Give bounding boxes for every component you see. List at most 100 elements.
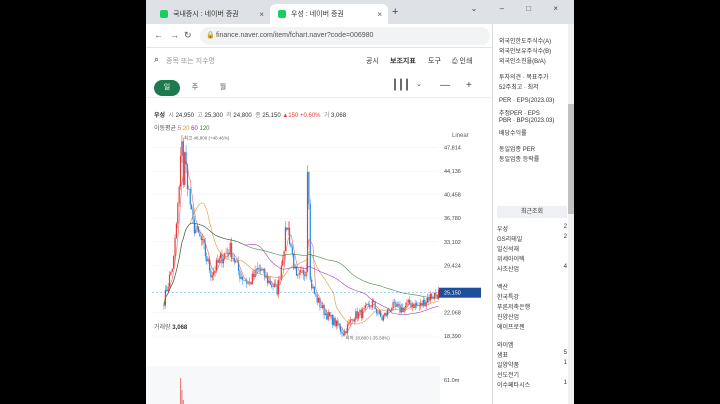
volume-title-value: 3,068 <box>172 325 188 331</box>
recent-item[interactable]: 선도전기 <box>497 370 567 379</box>
candle-body <box>338 325 340 327</box>
header-link-indicators[interactable]: 보조지표 <box>390 56 416 66</box>
low-label: 저 <box>226 113 232 119</box>
back-icon[interactable]: ← <box>154 30 163 40</box>
candles <box>163 134 440 338</box>
recent-item[interactable]: 샘표 5 <box>497 350 567 359</box>
search-input[interactable]: 종목 또는 지수명 <box>166 56 215 66</box>
candle-body <box>435 292 437 295</box>
candle-body <box>282 259 284 266</box>
info-line: 외국인소진율(B/A) <box>499 59 546 65</box>
recent-item[interactable]: 와이엠 <box>497 340 567 349</box>
change-percent: +0.60% <box>299 113 321 119</box>
new-tab-button[interactable]: + <box>392 6 398 18</box>
tab-market[interactable]: 국내증시 : 네이버 증권 × <box>152 4 270 24</box>
candle-body <box>232 258 234 259</box>
candle-body <box>382 315 385 321</box>
candlestick-icon[interactable]: ┃┃┃ <box>392 80 410 91</box>
candle-body <box>291 247 293 254</box>
candle-body <box>251 273 253 285</box>
recent-item[interactable]: 한국특강 <box>497 292 567 301</box>
recent-item-name: 진양산업 <box>497 315 520 321</box>
url-field[interactable]: 🔒 finance.naver.com/item/fchart.naver?co… <box>200 27 490 45</box>
zoom-out-button[interactable]: — <box>440 80 450 91</box>
recent-item[interactable]: 푸른저축은행 <box>497 302 567 311</box>
recent-item[interactable]: 백산 <box>497 282 567 291</box>
y-axis-labels: 47,814 44,136 40,458 36,780 33,102 29,424 22,0… <box>444 146 461 340</box>
candle-body <box>174 237 176 256</box>
recent-item[interactable]: 위세아이텍 <box>497 254 567 263</box>
right-panel: 외국인한도주식수(A) 외국인보유주식수(B) 외국인소진율(B/A) 투자의견 · … <box>492 24 574 404</box>
candle-body <box>301 270 303 271</box>
candle-body <box>359 310 361 313</box>
volume-bar <box>182 400 184 404</box>
candle-body <box>193 219 195 234</box>
recent-views-title[interactable]: 최근조회 <box>497 206 567 218</box>
recent-item[interactable]: 에이프로젠 <box>497 322 567 331</box>
close-icon[interactable]: × <box>377 10 382 19</box>
recent-item-count: 2 <box>563 234 567 240</box>
scrollbar[interactable] <box>568 24 574 404</box>
recent-item[interactable]: GS리테일 2 <box>497 234 567 243</box>
candle-body <box>246 281 248 284</box>
scrollbar-thumb[interactable] <box>568 104 574 214</box>
header-link-disclosure[interactable]: 공시 <box>366 56 379 66</box>
volume-bars: 61.0m <box>146 366 460 404</box>
candle-body <box>316 295 318 303</box>
volume-title-label: 거래량 <box>154 325 171 331</box>
candle-body <box>166 289 168 292</box>
ma-line-60 <box>163 222 439 315</box>
candle-body <box>407 299 409 303</box>
candle-body <box>202 239 204 241</box>
window-controls[interactable]: ⌄ – □ × <box>471 4 568 13</box>
recent-item-name: 에이프로젠 <box>497 325 525 331</box>
recent-item-count: 1 <box>563 380 567 386</box>
info-line: 추정PER · EPS <box>499 111 540 117</box>
max-price-annotation: 최고 48,800 (+48.46%) <box>184 134 230 141</box>
candle-body <box>213 271 215 276</box>
info-line: PER · EPS(2023.03) <box>499 98 555 104</box>
period-week-button[interactable]: 주 <box>182 80 208 96</box>
candle-body <box>410 303 412 307</box>
candle-body <box>257 267 259 271</box>
y-tick-label: 33,102 <box>444 240 461 246</box>
recent-item[interactable]: 우성 2 <box>497 224 567 233</box>
recent-item[interactable]: 이수페타시스 1 <box>497 380 567 389</box>
recent-item-name: 일양약품 <box>497 363 520 369</box>
price-chart[interactable]: Linear 47,814 44,136 40,458 36,780 33,102 29,… <box>146 130 492 404</box>
forward-icon[interactable]: → <box>170 30 179 40</box>
info-line: 동일업종 PER <box>499 147 536 153</box>
period-day-button[interactable]: 일 <box>154 80 180 96</box>
candle-body <box>317 297 320 303</box>
candle-body <box>214 270 216 272</box>
recent-item[interactable]: 사조산업 4 <box>497 264 567 273</box>
info-line: 외국인한도주식수(A) <box>499 39 552 45</box>
header-link-tools[interactable]: 도구 <box>428 56 441 66</box>
search-icon[interactable]: ⌕ <box>154 54 159 65</box>
candle-body <box>247 282 249 284</box>
candle-body <box>219 253 222 259</box>
candle-body <box>406 302 408 306</box>
tab-stock[interactable]: 우성 : 네이버 증권 × <box>270 4 388 24</box>
zoom-in-button[interactable]: + <box>466 80 472 91</box>
recent-item[interactable]: 진양산업 <box>497 312 567 321</box>
close-label: 종 <box>255 113 261 119</box>
print-button[interactable]: ⎙ 인쇄 <box>452 56 472 66</box>
period-toolbar: 일 주 월 ┃┃┃ ⌄ — + <box>146 76 492 98</box>
volume-value: 3,068 <box>331 113 347 119</box>
period-month-button[interactable]: 월 <box>210 80 236 96</box>
stock-name: 우성 <box>154 113 166 119</box>
recent-item[interactable]: 일신석재 <box>497 244 567 253</box>
recent-item[interactable]: 일양약품 1 <box>497 360 567 369</box>
recent-item-name: 우성 <box>497 227 509 233</box>
y-tick-label: 29,424 <box>444 263 461 269</box>
close-icon[interactable]: × <box>259 10 264 19</box>
scale-selector[interactable]: Linear <box>452 133 469 139</box>
recent-item-name: 위세아이텍 <box>497 257 525 263</box>
reload-icon[interactable]: ↻ <box>184 30 192 41</box>
candle-body <box>326 313 328 320</box>
candle-body <box>320 307 322 308</box>
chevron-down-icon[interactable]: ⌄ <box>416 80 422 88</box>
recent-item-count: 4 <box>563 264 567 270</box>
recent-item-count: 2 <box>563 224 567 230</box>
